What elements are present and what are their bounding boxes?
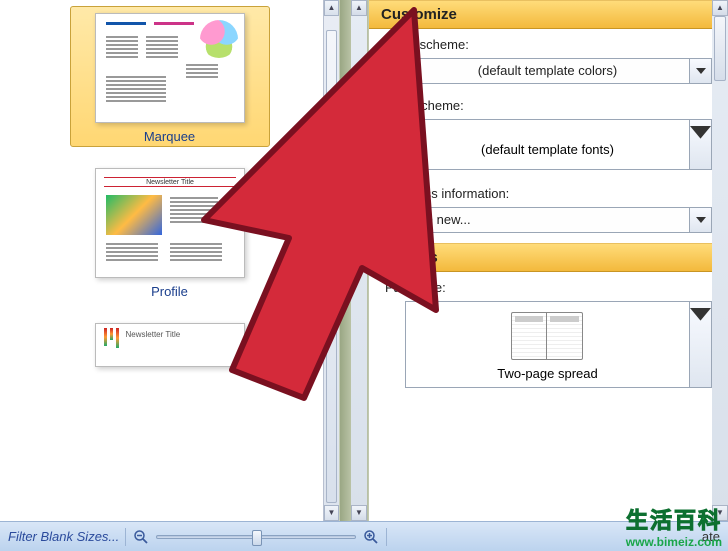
template-gallery: Marquee Newsletter Title Profile <box>0 0 340 521</box>
template-list: Marquee Newsletter Title Profile <box>0 0 339 386</box>
page-size-dropdown[interactable]: Two-page spread <box>405 301 712 388</box>
scroll-down-button[interactable]: ▼ <box>351 505 367 521</box>
font-scheme-label: Font scheme: <box>385 98 712 113</box>
scroll-down-button[interactable]: ▼ <box>324 505 339 521</box>
app-frame: Marquee Newsletter Title Profile <box>0 0 728 521</box>
center-divider: ▲ ▼ <box>340 0 368 521</box>
separator <box>386 528 387 546</box>
preview-scrollbar[interactable]: ▲ ▼ <box>351 0 367 521</box>
template-label: Profile <box>77 284 263 299</box>
options-body: Page size: Two-page spread <box>369 272 728 398</box>
customize-header: Customize <box>369 0 728 29</box>
business-info-dropdown[interactable]: Create new... <box>385 207 712 233</box>
font-scheme-value: (default template fonts) <box>412 142 683 157</box>
panel-scrollbar[interactable]: ▲ ▼ <box>712 0 728 521</box>
dropdown-arrow-icon[interactable] <box>689 59 711 83</box>
zoom-out-button[interactable] <box>132 528 150 546</box>
right-panel: Customize Color scheme: (default templat… <box>368 0 728 521</box>
scroll-up-button[interactable]: ▲ <box>324 0 339 16</box>
page-size-value: Two-page spread <box>412 366 683 381</box>
zoom-in-button[interactable] <box>362 528 380 546</box>
template-thumbnail: Newsletter Title <box>95 168 245 278</box>
customize-body: Color scheme: (default template colors) … <box>369 29 728 243</box>
template-item-partial[interactable]: Newsletter Title <box>70 316 270 376</box>
scroll-thumb[interactable] <box>326 30 337 503</box>
template-item-marquee[interactable]: Marquee <box>70 6 270 147</box>
separator <box>125 528 126 546</box>
dropdown-arrow-icon[interactable] <box>689 302 711 387</box>
business-info-value: Create new... <box>386 208 689 232</box>
scroll-up-button[interactable]: ▲ <box>351 0 367 16</box>
font-scheme-dropdown[interactable]: (default template fonts) <box>405 119 712 170</box>
color-scheme-value: (default template colors) <box>406 59 689 83</box>
dropdown-arrow-icon[interactable] <box>689 208 711 232</box>
right-panel-wrap: Customize Color scheme: (default templat… <box>368 0 728 521</box>
scroll-thumb[interactable] <box>714 16 726 81</box>
status-bar: Filter Blank Sizes... ate <box>0 521 728 551</box>
scroll-down-button[interactable]: ▼ <box>712 505 728 521</box>
template-thumbnail <box>95 13 245 123</box>
gallery-scrollbar[interactable]: ▲ ▼ <box>323 0 339 521</box>
template-thumbnail: Newsletter Title <box>95 323 245 367</box>
page-size-label: Page size: <box>385 280 712 295</box>
color-scheme-label: Color scheme: <box>385 37 712 52</box>
create-button-fragment[interactable]: ate <box>702 529 720 544</box>
scroll-up-button[interactable]: ▲ <box>712 0 728 16</box>
zoom-slider[interactable] <box>156 535 356 539</box>
filter-blank-sizes-link[interactable]: Filter Blank Sizes... <box>8 529 119 544</box>
color-scheme-dropdown[interactable]: (default template colors) <box>405 58 712 84</box>
options-header: Options <box>369 243 728 272</box>
business-info-label: Business information: <box>385 186 712 201</box>
template-label: Marquee <box>77 129 263 144</box>
dropdown-arrow-icon[interactable] <box>689 120 711 169</box>
two-page-spread-icon <box>511 312 585 360</box>
template-item-profile[interactable]: Newsletter Title Profile <box>70 161 270 302</box>
zoom-slider-thumb[interactable] <box>252 530 262 546</box>
